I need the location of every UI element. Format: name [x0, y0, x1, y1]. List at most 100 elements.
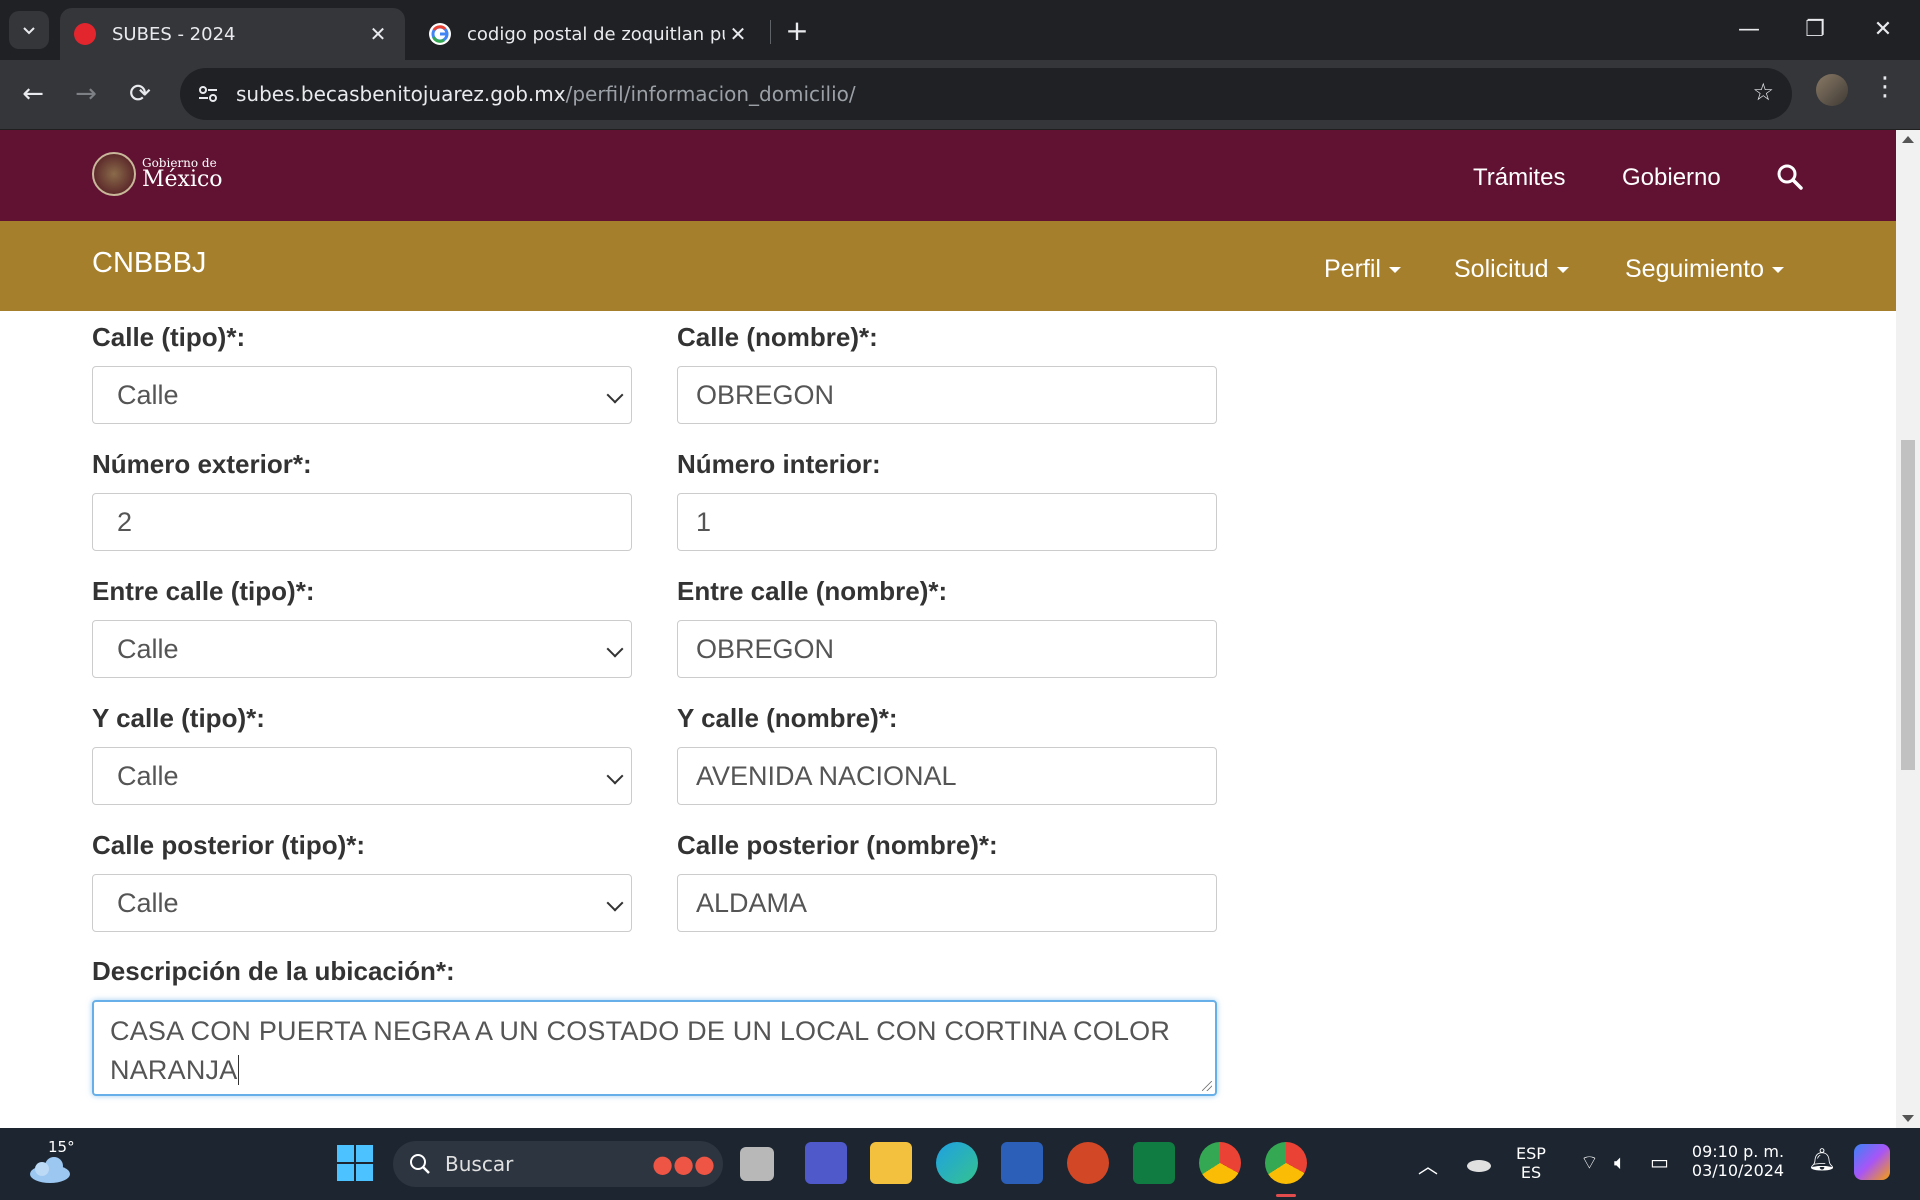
numero-interior-label: Número interior:: [677, 449, 881, 479]
logo-big-text: México: [142, 167, 223, 192]
entre-calle-nombre-input[interactable]: OBREGON: [677, 620, 1217, 678]
tab-separator: [770, 20, 771, 44]
y-calle-nombre-input[interactable]: AVENIDA NACIONAL: [677, 747, 1217, 805]
entre-calle-nombre-label: Entre calle (nombre)*:: [677, 576, 948, 606]
url-host: subes.becasbenitojuarez.gob.mx: [236, 82, 566, 106]
excel-icon[interactable]: [1133, 1142, 1175, 1184]
search-icon[interactable]: [1776, 163, 1804, 191]
task-view-icon[interactable]: [740, 1147, 774, 1181]
nav-perfil[interactable]: Perfil: [1324, 255, 1401, 284]
nav-gobierno[interactable]: Gobierno: [1622, 164, 1721, 192]
active-app-indicator: [1276, 1194, 1296, 1197]
chevron-down-icon: [606, 640, 624, 658]
lang-bottom: ES: [1520, 1163, 1542, 1182]
search-placeholder: Buscar: [445, 1152, 514, 1176]
brand-cnbbbj[interactable]: CNBBBJ: [92, 247, 206, 280]
clock[interactable]: 09:10 p. m. 03/10/2024: [1688, 1142, 1788, 1180]
calle-tipo-select[interactable]: Calle: [92, 366, 632, 424]
word-icon[interactable]: [1001, 1142, 1043, 1184]
powerpoint-icon[interactable]: [1067, 1142, 1109, 1184]
y-calle-tipo-value: Calle: [117, 761, 179, 791]
url-path: /perfil/informacion_domicilio/: [565, 82, 856, 106]
calle-posterior-tipo-label: Calle posterior (tipo)*:: [92, 830, 366, 860]
battery-icon[interactable]: ▭: [1650, 1150, 1669, 1174]
tab-subes[interactable]: SUBES - 2024 ✕: [60, 8, 405, 60]
reload-button[interactable]: ⟳: [120, 74, 160, 114]
caret-down-icon: [1771, 267, 1784, 274]
page-viewport: Gobierno de México Trámites Gobierno CNB…: [0, 130, 1896, 1128]
new-tab-button[interactable]: +: [780, 14, 814, 48]
volume-icon[interactable]: 🔈︎: [1614, 1150, 1626, 1174]
file-explorer-icon[interactable]: [870, 1142, 912, 1184]
scroll-up-icon[interactable]: [1902, 136, 1914, 143]
sub-header: CNBBBJ Perfil Solicitud Seguimiento: [0, 221, 1896, 311]
calle-nombre-label: Calle (nombre)*:: [677, 322, 878, 352]
mexico-seal-icon: [92, 152, 136, 196]
y-calle-tipo-label: Y calle (tipo)*:: [92, 703, 265, 733]
gob-header: Gobierno de México Trámites Gobierno: [0, 130, 1896, 221]
caret-down-icon: [1388, 267, 1401, 274]
y-calle-nombre-label: Y calle (nombre)*:: [677, 703, 898, 733]
calle-nombre-input[interactable]: OBREGON: [677, 366, 1217, 424]
back-button[interactable]: ←: [13, 74, 53, 114]
minimize-button[interactable]: —: [1724, 10, 1774, 50]
gobierno-de-mexico-logo[interactable]: Gobierno de México: [92, 152, 223, 196]
nav-tramites[interactable]: Trámites: [1473, 164, 1565, 192]
chrome-icon[interactable]: [1199, 1142, 1241, 1184]
browser-menu-icon[interactable]: ⋮: [1870, 72, 1900, 102]
calle-posterior-nombre-input[interactable]: ALDAMA: [677, 874, 1217, 932]
entre-calle-tipo-select[interactable]: Calle: [92, 620, 632, 678]
close-tab-icon[interactable]: ✕: [365, 22, 391, 46]
numero-exterior-input[interactable]: 2: [92, 493, 632, 551]
calle-posterior-nombre-label: Calle posterior (nombre)*:: [677, 830, 998, 860]
clock-date: 03/10/2024: [1691, 1161, 1785, 1180]
numero-interior-input[interactable]: 1: [677, 493, 1217, 551]
taskbar-search[interactable]: Buscar ●●●: [393, 1141, 723, 1187]
scrollbar-thumb[interactable]: [1901, 440, 1915, 770]
restore-button[interactable]: ❐: [1790, 10, 1840, 50]
chrome-active-icon[interactable]: [1265, 1142, 1307, 1184]
show-hidden-icons[interactable]: ︿: [1418, 1150, 1438, 1179]
notification-bell-icon[interactable]: 🔔︎: [1808, 1148, 1836, 1173]
address-bar[interactable]: subes.becasbenitojuarez.gob.mx/perfil/in…: [180, 68, 1792, 120]
language-indicator[interactable]: ESP ES: [1516, 1144, 1546, 1182]
nav-seguimiento-label: Seguimiento: [1625, 255, 1764, 283]
resize-handle-icon[interactable]: [1202, 1081, 1212, 1091]
site-info-icon[interactable]: [190, 76, 226, 112]
wifi-icon[interactable]: ⌔: [1580, 1150, 1599, 1175]
close-tab-icon[interactable]: ✕: [725, 22, 751, 46]
copilot-icon[interactable]: [1854, 1144, 1890, 1180]
close-window-button[interactable]: ✕: [1858, 10, 1908, 50]
descripcion-textarea[interactable]: CASA CON PUERTA NEGRA A UN COSTADO DE UN…: [92, 1000, 1217, 1096]
descripcion-value: CASA CON PUERTA NEGRA A UN COSTADO DE UN…: [110, 1016, 1171, 1085]
temperature-text: 15°: [48, 1138, 75, 1156]
calle-tipo-label: Calle (tipo)*:: [92, 322, 246, 352]
bookmark-star-icon[interactable]: ☆: [1752, 78, 1774, 106]
y-calle-tipo-select[interactable]: Calle: [92, 747, 632, 805]
tab-google-search[interactable]: codigo postal de zoquitlan puebla ✕: [415, 8, 765, 60]
search-icon: [410, 1154, 430, 1174]
page-scrollbar[interactable]: [1896, 130, 1920, 1128]
windows-start-icon[interactable]: [337, 1145, 373, 1181]
forward-button[interactable]: →: [66, 74, 106, 114]
chevron-down-icon: [606, 386, 624, 404]
entre-calle-tipo-label: Entre calle (tipo)*:: [92, 576, 315, 606]
chevron-down-icon: [23, 27, 35, 35]
scroll-down-icon[interactable]: [1902, 1115, 1914, 1122]
calle-tipo-value: Calle: [117, 380, 179, 410]
browser-tab-bar: SUBES - 2024 ✕ codigo postal de zoquitla…: [0, 0, 1920, 60]
descripcion-label: Descripción de la ubicación*:: [92, 956, 455, 986]
entre-calle-tipo-value: Calle: [117, 634, 179, 664]
text-cursor: [238, 1055, 240, 1085]
teams-icon[interactable]: [805, 1142, 847, 1184]
onedrive-cloud-icon[interactable]: [1466, 1156, 1492, 1172]
lang-top: ESP: [1516, 1144, 1546, 1163]
nav-seguimiento[interactable]: Seguimiento: [1625, 255, 1784, 284]
nav-solicitud[interactable]: Solicitud: [1454, 255, 1569, 284]
chevron-down-icon: [606, 767, 624, 785]
profile-avatar[interactable]: [1816, 74, 1848, 106]
tab-search-button[interactable]: [9, 11, 49, 49]
edge-icon[interactable]: [936, 1142, 978, 1184]
weather-widget[interactable]: 15°: [26, 1138, 76, 1188]
calle-posterior-tipo-select[interactable]: Calle: [92, 874, 632, 932]
